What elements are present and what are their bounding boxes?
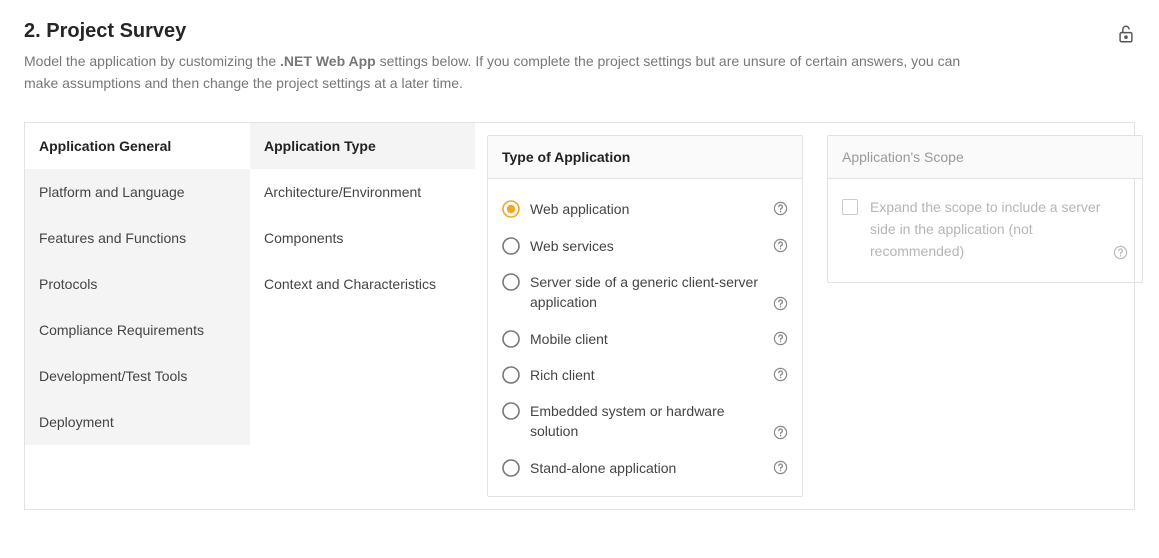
scope-checkbox-label: Expand the scope to include a server sid… xyxy=(870,197,1107,262)
app-type-option[interactable]: Web services xyxy=(502,228,788,264)
nav1-item[interactable]: Protocols xyxy=(25,261,250,307)
app-type-option[interactable]: Embedded system or hardware solution xyxy=(502,393,788,450)
app-type-option[interactable]: Server side of a generic client-server a… xyxy=(502,264,788,321)
nav1-item[interactable]: Platform and Language xyxy=(25,169,250,215)
app-type-option[interactable]: Stand-alone application xyxy=(502,450,788,486)
type-options-list: Web application Web services Server side o… xyxy=(488,179,802,496)
app-type-option[interactable]: Rich client xyxy=(502,357,788,393)
panel-header-scope: Application's Scope xyxy=(828,136,1142,179)
radio-label: Mobile client xyxy=(530,329,767,349)
subtitle-bold: .NET Web App xyxy=(280,53,376,69)
radio-label: Server side of a generic client-server a… xyxy=(530,272,767,313)
radio-icon[interactable] xyxy=(502,402,520,420)
help-icon[interactable] xyxy=(773,331,788,346)
nav1-item[interactable]: Development/Test Tools xyxy=(25,353,250,399)
app-type-option[interactable]: Web application xyxy=(502,191,788,227)
help-icon[interactable] xyxy=(1113,245,1128,260)
scope-checkbox[interactable] xyxy=(842,199,858,215)
radio-icon[interactable] xyxy=(502,366,520,384)
nav1-item[interactable]: Features and Functions xyxy=(25,215,250,261)
nav-level-2: Application TypeArchitecture/Environment… xyxy=(250,123,475,307)
radio-icon[interactable] xyxy=(502,273,520,291)
lock-open-icon[interactable] xyxy=(1117,24,1135,49)
radio-label: Web services xyxy=(530,236,767,256)
radio-icon[interactable] xyxy=(502,459,520,477)
subtitle-pre: Model the application by customizing the xyxy=(24,53,280,69)
help-icon[interactable] xyxy=(773,460,788,475)
radio-label: Web application xyxy=(530,199,767,219)
nav1-item[interactable]: Application General xyxy=(25,123,250,169)
nav1-item[interactable]: Deployment xyxy=(25,399,250,445)
radio-icon[interactable] xyxy=(502,200,520,218)
radio-label: Rich client xyxy=(530,365,767,385)
radio-label: Stand-alone application xyxy=(530,458,767,478)
nav2-item[interactable]: Architecture/Environment xyxy=(250,169,475,215)
radio-icon[interactable] xyxy=(502,330,520,348)
help-icon[interactable] xyxy=(773,367,788,382)
page-subtitle: Model the application by customizing the… xyxy=(24,51,994,94)
application-scope-panel: Application's Scope Expand the scope to … xyxy=(827,135,1143,283)
nav2-item[interactable]: Application Type xyxy=(250,123,475,169)
help-icon[interactable] xyxy=(773,425,788,440)
nav1-item[interactable]: Compliance Requirements xyxy=(25,307,250,353)
app-type-option[interactable]: Mobile client xyxy=(502,321,788,357)
nav2-item[interactable]: Components xyxy=(250,215,475,261)
type-of-application-panel: Type of Application Web application Web s… xyxy=(487,135,803,497)
panel-header-type: Type of Application xyxy=(488,136,802,179)
radio-icon[interactable] xyxy=(502,237,520,255)
survey-content: Application GeneralPlatform and Language… xyxy=(24,122,1135,510)
nav-level-1: Application GeneralPlatform and Language… xyxy=(25,123,250,445)
help-icon[interactable] xyxy=(773,238,788,253)
radio-label: Embedded system or hardware solution xyxy=(530,401,767,442)
help-icon[interactable] xyxy=(773,296,788,311)
nav2-item[interactable]: Context and Characteristics xyxy=(250,261,475,307)
page-title: 2. Project Survey xyxy=(24,20,1024,43)
help-icon[interactable] xyxy=(773,201,788,216)
